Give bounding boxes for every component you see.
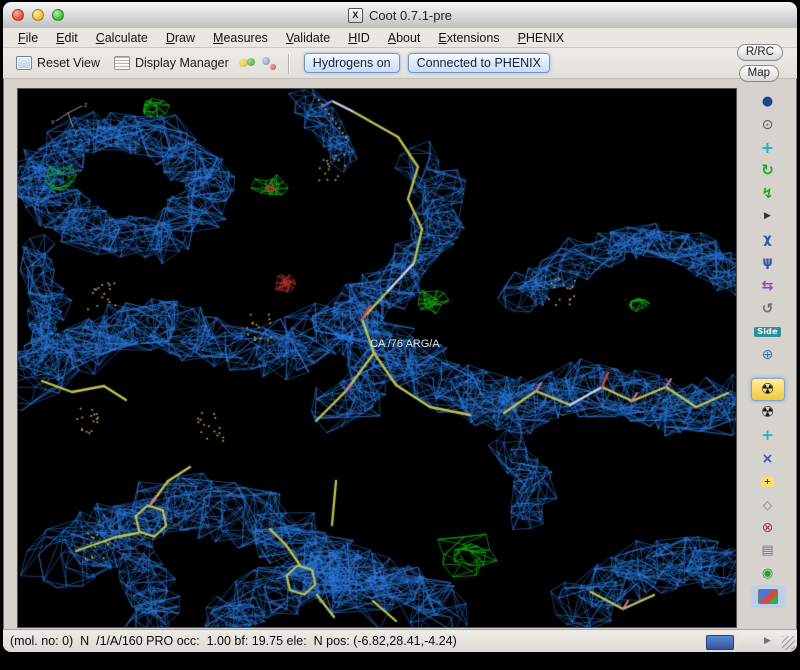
display-manager-label: Display Manager bbox=[135, 56, 229, 70]
map-button[interactable]: Map bbox=[738, 65, 779, 82]
menu-hid[interactable]: HID bbox=[339, 30, 379, 46]
menu-calculate[interactable]: Calculate bbox=[87, 30, 157, 46]
coot-window: X Coot 0.7.1-pre File Edit Calculate Draw Me… bbox=[3, 2, 797, 652]
go-to-atom-icon[interactable] bbox=[260, 54, 278, 72]
titlebar[interactable]: X Coot 0.7.1-pre bbox=[3, 2, 797, 29]
display-manager-button[interactable]: Display Manager bbox=[109, 54, 234, 72]
pointer-atom-icon[interactable]: ◇ bbox=[751, 493, 785, 516]
sphere-icon[interactable]: ● bbox=[751, 90, 785, 113]
rigid-body-icon[interactable]: + bbox=[751, 424, 785, 447]
image-icon[interactable] bbox=[750, 585, 785, 608]
cylinder-icon[interactable]: ▤ bbox=[751, 539, 785, 562]
menu-phenix[interactable]: PHENIX bbox=[509, 30, 574, 46]
reset-view-button[interactable]: Reset View bbox=[11, 54, 105, 72]
minimize-button[interactable] bbox=[32, 9, 44, 21]
reset-view-icon bbox=[16, 56, 32, 70]
translate-icon[interactable]: + bbox=[751, 136, 785, 159]
hydrogens-toggle-button[interactable]: Hydrogens on bbox=[303, 53, 400, 73]
display-manager-icon bbox=[114, 56, 130, 70]
expand-arrow-icon[interactable]: ▶ bbox=[751, 205, 785, 228]
scroll-right-icon[interactable]: ▶ bbox=[764, 636, 771, 646]
close-button[interactable] bbox=[12, 9, 24, 21]
gl-canvas[interactable] bbox=[18, 89, 736, 627]
menu-edit[interactable]: Edit bbox=[47, 30, 87, 46]
progress-box bbox=[706, 635, 734, 650]
menu-extensions[interactable]: Extensions bbox=[429, 30, 508, 46]
menu-measures[interactable]: Measures bbox=[204, 30, 277, 46]
chi-angles-icon[interactable]: ψ bbox=[751, 251, 785, 274]
zoom-button[interactable] bbox=[52, 9, 64, 21]
real-space-refine-icon[interactable]: ☢ bbox=[750, 378, 785, 401]
main-toolbar: Reset View Display Manager Hydrogens on … bbox=[3, 48, 797, 79]
delete-icon[interactable]: ⊗ bbox=[751, 516, 785, 539]
phenix-connection-button[interactable]: Connected to PHENIX bbox=[407, 53, 550, 73]
go-to-ligand-icon[interactable] bbox=[238, 54, 256, 72]
gl-canvas-area: CA /76 ARG/A bbox=[17, 88, 737, 628]
menu-validate[interactable]: Validate bbox=[277, 30, 339, 46]
menu-draw[interactable]: Draw bbox=[157, 30, 204, 46]
menu-about[interactable]: About bbox=[379, 30, 430, 46]
right-icon-column: ● ⊙ + ↻ ↯ ▶ χ ψ ⇆ ↺ Side ⊕ ☢ ☢ + × + ◇ ⊗ ▤ ◉ bbox=[738, 86, 797, 629]
status-text: (mol. no: 0) N /1/A/160 PRO occ: 1.00 bf… bbox=[10, 634, 457, 648]
torsion-icon[interactable]: ↯ bbox=[751, 182, 785, 205]
rrc-button[interactable]: R/RC bbox=[736, 44, 783, 61]
x11-icon: X bbox=[347, 7, 363, 23]
blob-icon[interactable]: ◉ bbox=[751, 562, 785, 585]
add-atom-icon[interactable]: + bbox=[751, 470, 785, 493]
terminal-residue-icon[interactable]: ⊕ bbox=[751, 343, 785, 366]
menubar: File Edit Calculate Draw Measures Validate HID… bbox=[3, 28, 797, 48]
window-title: Coot 0.7.1-pre bbox=[368, 7, 453, 23]
statusbar: (mol. no: 0) N /1/A/160 PRO occ: 1.00 bf… bbox=[3, 629, 738, 652]
sidechain-180-icon[interactable]: Side bbox=[751, 320, 785, 343]
resize-grip[interactable] bbox=[782, 636, 795, 650]
mutate-icon[interactable]: × bbox=[751, 447, 785, 470]
toolbar-separator bbox=[287, 53, 290, 73]
rotamer-icon[interactable]: χ bbox=[751, 228, 785, 251]
menu-file[interactable]: File bbox=[9, 30, 47, 46]
rotate-icon[interactable]: ↻ bbox=[751, 159, 785, 182]
flip-icon[interactable]: ⇆ bbox=[751, 274, 785, 297]
regularize-icon[interactable]: ☢ bbox=[751, 401, 785, 424]
clock-icon[interactable]: ⊙ bbox=[751, 113, 785, 136]
rotate-translate-icon[interactable]: ↺ bbox=[751, 297, 785, 320]
reset-view-label: Reset View bbox=[37, 56, 100, 70]
